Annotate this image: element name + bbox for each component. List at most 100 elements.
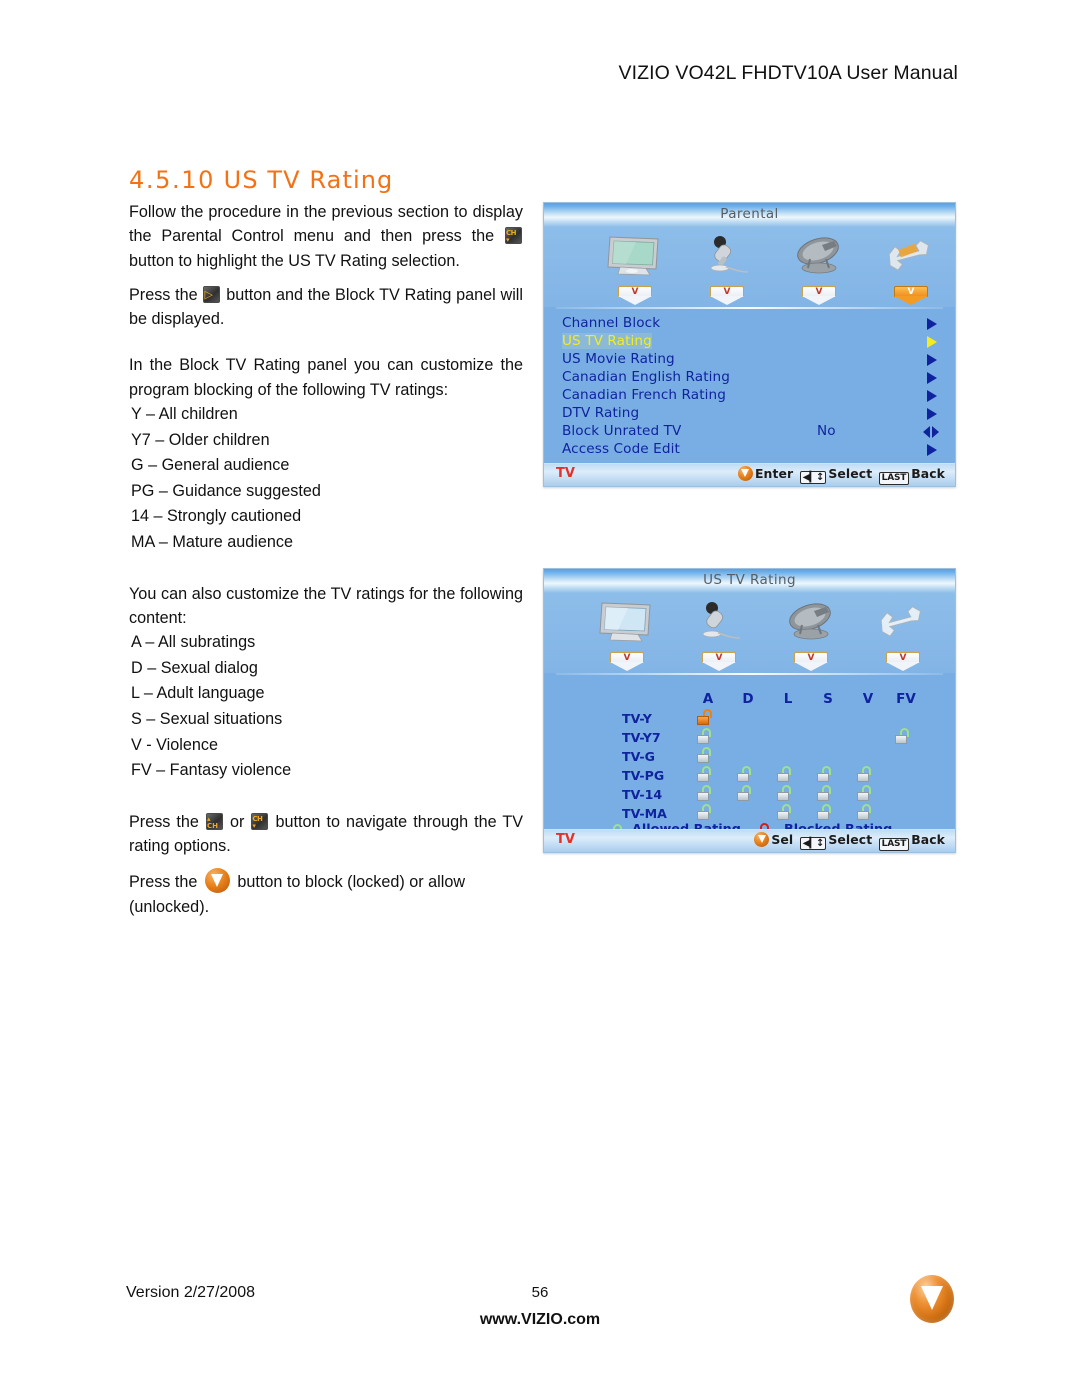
menu-item-us-movie-rating[interactable]: US Movie Rating <box>562 351 937 369</box>
rating-cell-tv-ma-s[interactable] <box>817 804 832 820</box>
rating-cell-tv-ma-l[interactable] <box>777 804 792 820</box>
tab-indicator-audio: V <box>710 286 744 306</box>
microphone-icon <box>676 597 762 647</box>
rating-cell-tv-pg-v[interactable] <box>857 766 872 782</box>
paragraph-4: You can also customize the TV ratings fo… <box>129 584 523 627</box>
wrench-icon <box>860 597 946 647</box>
satellite-dish-icon <box>768 597 854 647</box>
body-text-column: Follow the procedure in the previous sec… <box>129 200 523 929</box>
tab-indicator-tuner: V <box>794 652 828 672</box>
osd-parental-menu: Parental V V V V Channel Block US TV Rat… <box>543 202 956 487</box>
paragraph-6-text-a: Press the <box>129 873 198 892</box>
rating-cell-tv-y-a[interactable] <box>697 709 712 725</box>
rating-cell-tv-14-l[interactable] <box>777 785 792 801</box>
page-title: 4.5.10 US TV Rating <box>129 166 393 194</box>
menu-item-access-code-edit[interactable]: Access Code Edit <box>562 441 937 459</box>
rating-cell-tv-14-s[interactable] <box>817 785 832 801</box>
hint-back-label: Back <box>911 466 945 481</box>
rating-cell-tv-pg-d[interactable] <box>737 766 752 782</box>
paragraph-1-text-b: button to highlight the US TV Rating sel… <box>129 251 460 270</box>
rating-cell-tv-pg-a[interactable] <box>697 766 712 782</box>
menu-item-dtv-rating[interactable]: DTV Rating <box>562 405 937 423</box>
tab-tuner[interactable]: V <box>776 231 862 307</box>
menu-item-block-unrated-tv[interactable]: Block Unrated TV No <box>562 423 939 441</box>
hint-sel-label: Sel <box>771 832 794 847</box>
satellite-dish-icon <box>776 231 862 281</box>
menu-item-canadian-french-rating[interactable]: Canadian French Rating <box>562 387 937 405</box>
grid-row-label-tv-y7: TV-Y7 <box>622 730 661 745</box>
osd-us-tv-rating: US TV Rating V V V V A D L S V FV TV-Y T… <box>543 568 956 853</box>
hint-back-label: Back <box>911 832 945 847</box>
list-item: S – Sexual situations <box>131 710 283 729</box>
rating-cell-tv-14-d[interactable] <box>737 785 752 801</box>
osd-parental-title: Parental <box>720 206 779 222</box>
rating-cell-tv-g-a[interactable] <box>697 747 712 763</box>
rating-cell-tv-14-v[interactable] <box>857 785 872 801</box>
grid-row-label-tv-g: TV-G <box>622 749 655 764</box>
chevron-right-icon <box>927 318 937 330</box>
rating-cell-tv-y7-fv[interactable] <box>895 728 910 744</box>
grid-row-label-tv-14: TV-14 <box>622 787 663 802</box>
tab-picture[interactable]: V <box>584 597 670 673</box>
vizio-logo-icon <box>910 1275 954 1323</box>
paragraph-3: In the Block TV Rating panel you can cus… <box>129 356 523 399</box>
menu-item-label: DTV Rating <box>562 405 640 421</box>
nav-key-icon: ◀▎↕ <box>799 471 827 484</box>
right-arrow-key-icon: ▷ <box>203 285 221 303</box>
channel-down-key-icon: CH ▾ <box>251 812 269 830</box>
paragraph-2: Press the ▷ button and the Block TV Rati… <box>129 283 523 332</box>
rating-grid: A D L S V FV TV-Y TV-Y7 TV-G TV-PG TV-14… <box>544 685 955 835</box>
vizio-v-button-icon <box>204 868 230 894</box>
channel-down-key-icon: CH ▾ <box>505 227 522 245</box>
tab-audio[interactable]: V <box>676 597 762 673</box>
osd-tvrating-divider <box>556 673 943 675</box>
paragraph-5-or: or <box>229 812 245 831</box>
hint-select-label: Select <box>828 832 873 847</box>
osd-parental-menu-list: Channel Block US TV Rating US Movie Rati… <box>544 309 955 459</box>
tab-indicator-picture: V <box>618 286 652 306</box>
content-code-list: A – All subratings D – Sexual dialog L –… <box>129 630 523 784</box>
rating-cell-tv-pg-s[interactable] <box>817 766 832 782</box>
menu-item-canadian-english-rating[interactable]: Canadian English Rating <box>562 369 937 387</box>
tab-picture[interactable]: V <box>592 231 678 307</box>
list-item: FV – Fantasy violence <box>131 761 292 780</box>
grid-column-header-a: A <box>702 691 714 707</box>
list-item: G – General audience <box>131 456 290 475</box>
list-item: 14 – Strongly cautioned <box>131 507 302 526</box>
list-item: MA – Mature audience <box>131 533 293 552</box>
tab-audio[interactable]: V <box>684 231 770 307</box>
grid-row-label-tv-pg: TV-PG <box>622 768 665 783</box>
grid-column-header-l: L <box>783 691 793 707</box>
tab-indicator-tuner: V <box>802 286 836 306</box>
menu-item-label: Canadian French Rating <box>562 387 726 403</box>
channel-up-key-icon: ▴ CH <box>205 812 223 830</box>
rating-cell-tv-ma-a[interactable] <box>697 804 712 820</box>
grid-row-label-tv-y: TV-Y <box>622 711 652 726</box>
rating-cell-tv-y7-a[interactable] <box>697 728 712 744</box>
menu-item-channel-block[interactable]: Channel Block <box>562 315 937 333</box>
grid-column-header-v: V <box>862 691 874 707</box>
microphone-icon <box>684 231 770 281</box>
wrench-icon <box>868 231 954 281</box>
list-item: L – Adult language <box>131 684 265 703</box>
tab-setup[interactable]: V <box>868 231 954 307</box>
page-header: VIZIO VO42L FHDTV10A User Manual <box>618 62 958 84</box>
grid-column-header-s: S <box>823 691 833 707</box>
osd-tvrating-statusbar: TV Sel ◀▎↕ Select LAST Back <box>544 829 955 852</box>
paragraph-2-text-a: Press the <box>129 285 198 304</box>
tv-monitor-icon <box>584 597 670 647</box>
menu-item-value: No <box>817 423 836 439</box>
tab-tuner[interactable]: V <box>768 597 854 673</box>
menu-item-us-tv-rating[interactable]: US TV Rating <box>562 333 937 351</box>
menu-item-label: Channel Block <box>562 315 661 331</box>
last-key-icon: LAST <box>878 838 910 851</box>
tab-setup[interactable]: V <box>860 597 946 673</box>
chevron-right-icon <box>927 354 937 366</box>
rating-cell-tv-pg-l[interactable] <box>777 766 792 782</box>
tab-indicator-setup: V <box>894 286 928 306</box>
rating-cell-tv-ma-v[interactable] <box>857 804 872 820</box>
paragraph-1: Follow the procedure in the previous sec… <box>129 200 523 273</box>
list-item: PG – Guidance suggested <box>131 481 321 500</box>
vizio-v-button-icon <box>754 832 770 847</box>
rating-cell-tv-14-a[interactable] <box>697 785 712 801</box>
